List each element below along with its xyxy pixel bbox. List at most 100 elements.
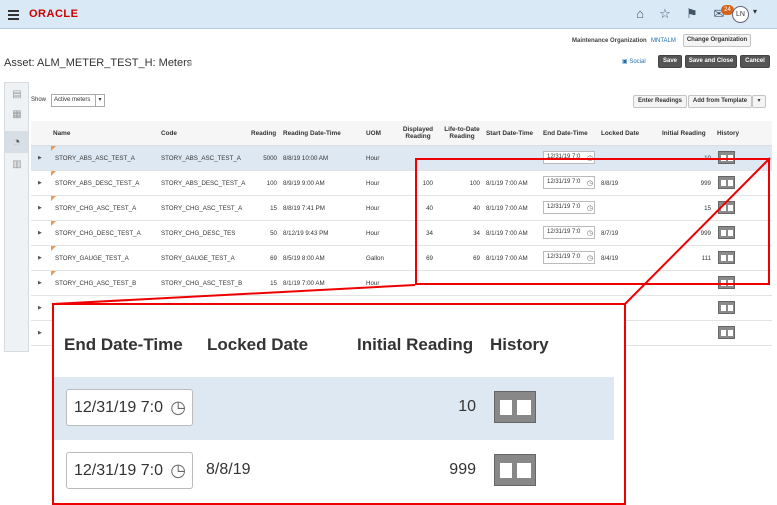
chevron-down-icon: ▾ [95, 95, 104, 106]
zoom-col-initial-reading: Initial Reading [357, 335, 474, 354]
expand-row-icon[interactable]: ▶ [38, 330, 42, 336]
cell-name: STORY_CHG_ASC_TEST_B [55, 280, 137, 287]
col-reading-date-time[interactable]: Reading Date-Time [283, 130, 341, 137]
col-ltd-line2: Reading [449, 133, 475, 140]
cell-reading-date-time: 8/8/19 10:00 AM [283, 155, 329, 162]
social-link[interactable]: ▣ Social [622, 58, 646, 65]
calendar-icon[interactable]: ◷ [170, 453, 186, 488]
col-displayed-reading[interactable]: Displayed Reading [400, 126, 436, 140]
enter-readings-button[interactable]: Enter Readings [633, 95, 687, 108]
col-displayed-line1: Displayed [402, 126, 434, 133]
col-name[interactable]: Name [53, 130, 70, 137]
meters-icon[interactable]: ◔ [5, 131, 28, 153]
zoom-col-locked-date: Locked Date [207, 335, 309, 354]
expand-row-icon[interactable]: ▶ [38, 255, 42, 261]
hamburger-menu-icon[interactable] [8, 10, 19, 20]
col-life-to-date-reading[interactable]: Life-to-Date Reading [441, 126, 483, 140]
page-title: Asset: ALM_METER_TEST_H: Meters [4, 57, 193, 69]
cell-name: STORY_ABS_ASC_TEST_A [55, 155, 135, 162]
cell-code: STORY_CHG_ASC_TEST_B [161, 280, 243, 287]
history-icon[interactable] [718, 326, 735, 339]
zoom-end-date-input[interactable]: 12/31/19 7:0 ◷ [66, 452, 193, 489]
star-icon[interactable]: ☆ [657, 6, 673, 22]
social-label: Social [629, 59, 646, 65]
zoom-end-date-input[interactable]: 12/31/19 7:0 ◷ [66, 389, 193, 426]
home-icon[interactable]: ⌂ [632, 6, 648, 22]
cell-code: STORY_ABS_DESC_TEST_A [161, 180, 246, 187]
col-start-date-time[interactable]: Start Date-Time [486, 130, 533, 137]
cell-reading-date-time: 8/12/19 9:43 PM [283, 230, 329, 237]
cell-reading-date-time: 8/1/19 7:00 AM [283, 280, 325, 287]
zoom-initial-reading: 999 [449, 461, 476, 478]
cell-reading-date-time: 8/9/19 9:00 AM [283, 180, 325, 187]
expand-row-icon[interactable]: ▶ [38, 305, 42, 311]
cell-name: STORY_GAUGE_TEST_A [55, 255, 129, 262]
col-uom[interactable]: UOM [366, 130, 381, 137]
zoom-row: 12/31/19 7:0 ◷ 8/8/19 999 [54, 440, 614, 503]
expand-row-icon[interactable]: ▶ [38, 155, 42, 161]
cell-reading-date-time: 8/8/19 7:41 PM [283, 205, 325, 212]
history-icon[interactable] [494, 391, 536, 423]
col-locked-date[interactable]: Locked Date [601, 130, 639, 137]
cell-name: STORY_ABS_DESC_TEST_A [55, 180, 140, 187]
history-icon[interactable] [718, 301, 735, 314]
col-ltd-line1: Life-to-Date [444, 126, 480, 133]
col-code[interactable]: Code [161, 130, 177, 137]
cell-reading: 69 [270, 255, 277, 262]
expand-row-icon[interactable]: ▶ [38, 230, 42, 236]
cell-reading: 100 [266, 180, 277, 187]
col-reading[interactable]: Reading [251, 130, 276, 137]
cell-name: STORY_CHG_ASC_TEST_A [55, 205, 137, 212]
cell-reading: 50 [270, 230, 277, 237]
cell-name: STORY_CHG_DESC_TEST_A [55, 230, 141, 237]
save-and-close-button[interactable]: Save and Close [685, 55, 737, 68]
grid-header: Name Code Reading Reading Date-Time UOM … [31, 121, 772, 146]
col-history[interactable]: History [717, 130, 739, 137]
flag-icon[interactable]: ⚑ [684, 6, 700, 22]
cell-code: STORY_CHG_ASC_TEST_A [161, 205, 243, 212]
expand-row-icon[interactable]: ▶ [38, 205, 42, 211]
flag-icon [51, 221, 56, 226]
cell-uom: Gallon [366, 255, 384, 262]
history-icon[interactable] [494, 454, 536, 486]
chevron-down-icon[interactable]: ▾ [753, 7, 757, 16]
add-template-menu-button[interactable]: ▾ [752, 95, 766, 108]
top-bar: ORACLE ⌂ ☆ ⚑ ✉ 24 LN ▾ [0, 0, 777, 29]
expand-row-icon[interactable]: ▶ [38, 280, 42, 286]
flag-icon [51, 171, 56, 176]
hierarchy-icon[interactable]: ▥ [10, 159, 24, 171]
flag-icon [51, 196, 56, 201]
oracle-logo: ORACLE [29, 8, 79, 20]
cell-code: STORY_ABS_ASC_TEST_A [161, 155, 241, 162]
zoom-end-date-value: 12/31/19 7:0 [74, 462, 163, 479]
components-icon[interactable]: ▦ [10, 109, 24, 121]
org-label: Maintenance Organization [572, 38, 647, 44]
show-select[interactable]: Active meters ▾ [51, 94, 105, 107]
col-displayed-line2: Reading [405, 133, 431, 140]
calendar-icon[interactable]: ◷ [170, 390, 186, 425]
flag-icon [51, 271, 56, 276]
col-initial-reading[interactable]: Initial Reading [662, 130, 706, 137]
cell-uom: Hour [366, 155, 380, 162]
org-value[interactable]: MNTALM [651, 38, 676, 44]
cancel-button[interactable]: Cancel [740, 55, 770, 68]
cell-uom: Hour [366, 230, 380, 237]
left-rail: ▤ ▦ ◔ ▥ [4, 82, 29, 352]
col-end-date-time[interactable]: End Date-Time [543, 130, 588, 137]
cell-uom: Hour [366, 180, 380, 187]
save-button[interactable]: Save [658, 55, 682, 68]
show-label: Show [31, 97, 47, 103]
zoom-col-end-date-time: End Date-Time [64, 335, 183, 354]
cell-code: STORY_GAUGE_TEST_A [161, 255, 235, 262]
show-select-value: Active meters [54, 97, 91, 103]
expand-row-icon[interactable]: ▶ [38, 180, 42, 186]
details-icon[interactable]: ▤ [10, 89, 24, 101]
flag-icon [51, 146, 56, 151]
cell-reading: 15 [270, 205, 277, 212]
zoom-initial-reading: 10 [458, 398, 476, 415]
cell-uom: Hour [366, 205, 380, 212]
add-from-template-button[interactable]: Add from Template [688, 95, 752, 108]
zoom-locked-date: 8/8/19 [206, 461, 251, 478]
change-organization-button[interactable]: Change Organization [683, 34, 751, 47]
avatar[interactable]: LN [732, 6, 749, 23]
